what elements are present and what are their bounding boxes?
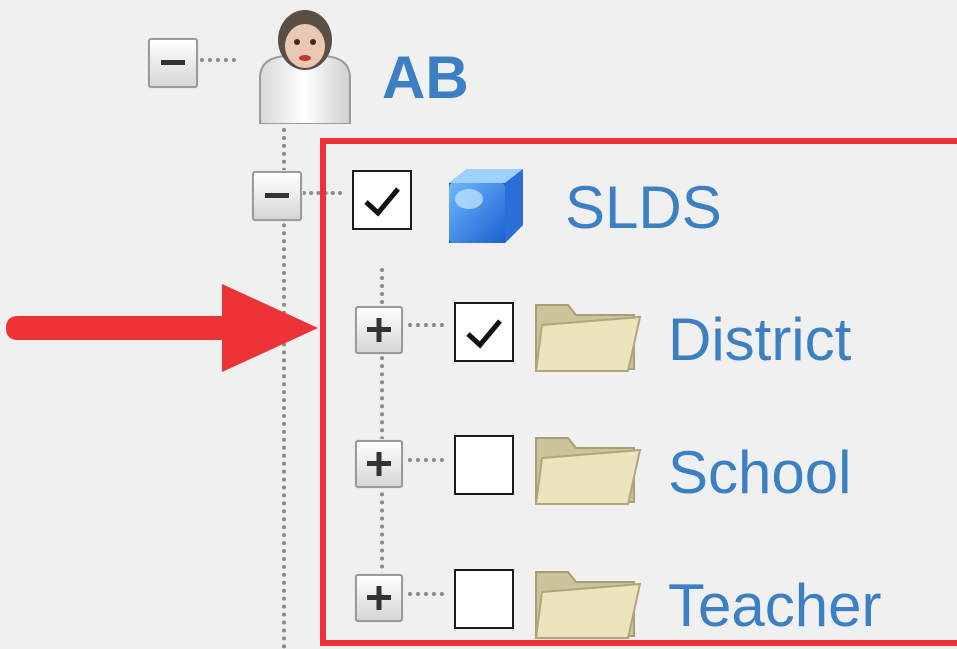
expand-toggle-teacher[interactable] [355, 574, 403, 622]
tree-label-teacher[interactable]: Teacher [668, 576, 881, 636]
plus-icon [367, 318, 391, 342]
collapse-toggle-slds[interactable] [252, 171, 302, 221]
tree-label-root[interactable]: AB [382, 48, 469, 108]
tree-connector [200, 58, 236, 62]
checkbox-school[interactable] [454, 435, 514, 495]
folder-icon [530, 295, 642, 382]
collapse-toggle-root[interactable] [148, 38, 198, 88]
tree-connector [302, 191, 342, 195]
folder-icon [530, 562, 642, 649]
checkbox-slds[interactable] [352, 170, 412, 230]
user-icon [250, 8, 360, 129]
tree-label-slds[interactable]: SLDS [565, 178, 722, 238]
checkmark-icon [466, 319, 502, 349]
minus-icon [265, 193, 289, 198]
cube-icon [445, 165, 527, 252]
tree-label-school[interactable]: School [668, 443, 851, 503]
plus-icon [367, 586, 391, 610]
checkmark-icon [364, 187, 400, 217]
folder-icon [530, 428, 642, 515]
expand-toggle-school[interactable] [355, 440, 403, 488]
plus-icon [367, 452, 391, 476]
minus-icon [161, 60, 185, 65]
tree-label-district[interactable]: District [668, 310, 851, 370]
arrow-annotation-icon [0, 278, 330, 383]
checkbox-district[interactable] [454, 302, 514, 362]
tree-connector [408, 458, 444, 462]
tree-connector [408, 592, 444, 596]
checkbox-teacher[interactable] [454, 569, 514, 629]
tree-connector [408, 323, 444, 327]
expand-toggle-district[interactable] [355, 306, 403, 354]
